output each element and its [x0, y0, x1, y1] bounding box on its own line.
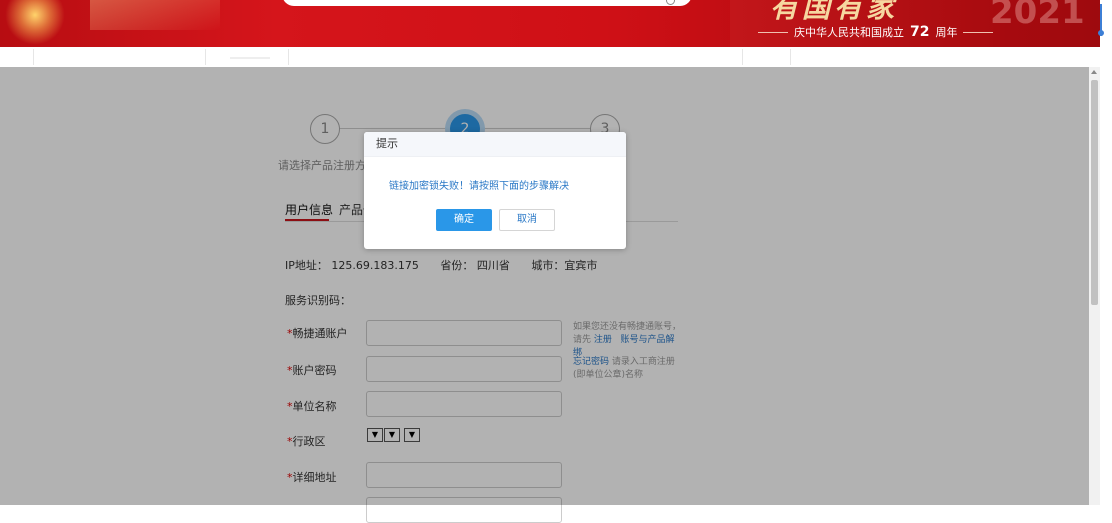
nav-strip [0, 47, 1100, 67]
calligraphy-decoration: 有国有家 [770, 0, 899, 24]
nav-placeholder [230, 57, 270, 59]
alert-dialog: 提示 链接加密锁失败！请按照下面的步骤解决 确定 取消 [364, 132, 626, 249]
fireworks-decoration [0, 0, 70, 47]
nav-divider [33, 49, 34, 65]
nav-divider [790, 49, 791, 65]
edge-indicator-dot [1098, 30, 1104, 36]
nav-divider [205, 49, 206, 65]
dialog-title: 提示 [364, 132, 626, 157]
slogan-number: 72 [910, 24, 930, 40]
window-edge [1098, 0, 1112, 505]
cancel-button[interactable]: 取消 [499, 209, 555, 231]
slogan-prefix: 庆中华人民共和国成立 [794, 26, 904, 39]
slogan-suffix: 周年 [935, 26, 958, 39]
nav-divider [742, 49, 743, 65]
confirm-button[interactable]: 确定 [436, 209, 492, 231]
scroll-up-icon[interactable] [1091, 70, 1097, 74]
nav-divider [288, 49, 289, 65]
slogan-line-left [758, 31, 788, 33]
slogan-line-right [963, 31, 994, 33]
anniversary-slogan: 庆中华人民共和国成立 72 周年 [758, 24, 994, 40]
ribbon-decoration [90, 0, 220, 30]
dialog-message: 链接加密锁失败！请按照下面的步骤解决 [389, 181, 569, 192]
search-input[interactable] [282, 0, 692, 6]
top-banner: 有国有家 2021 庆中华人民共和国成立 72 周年 [0, 0, 1100, 47]
page-scrollbar[interactable] [1089, 67, 1100, 505]
year-watermark: 2021 [990, 0, 1085, 32]
scrollbar-thumb[interactable] [1091, 80, 1098, 305]
